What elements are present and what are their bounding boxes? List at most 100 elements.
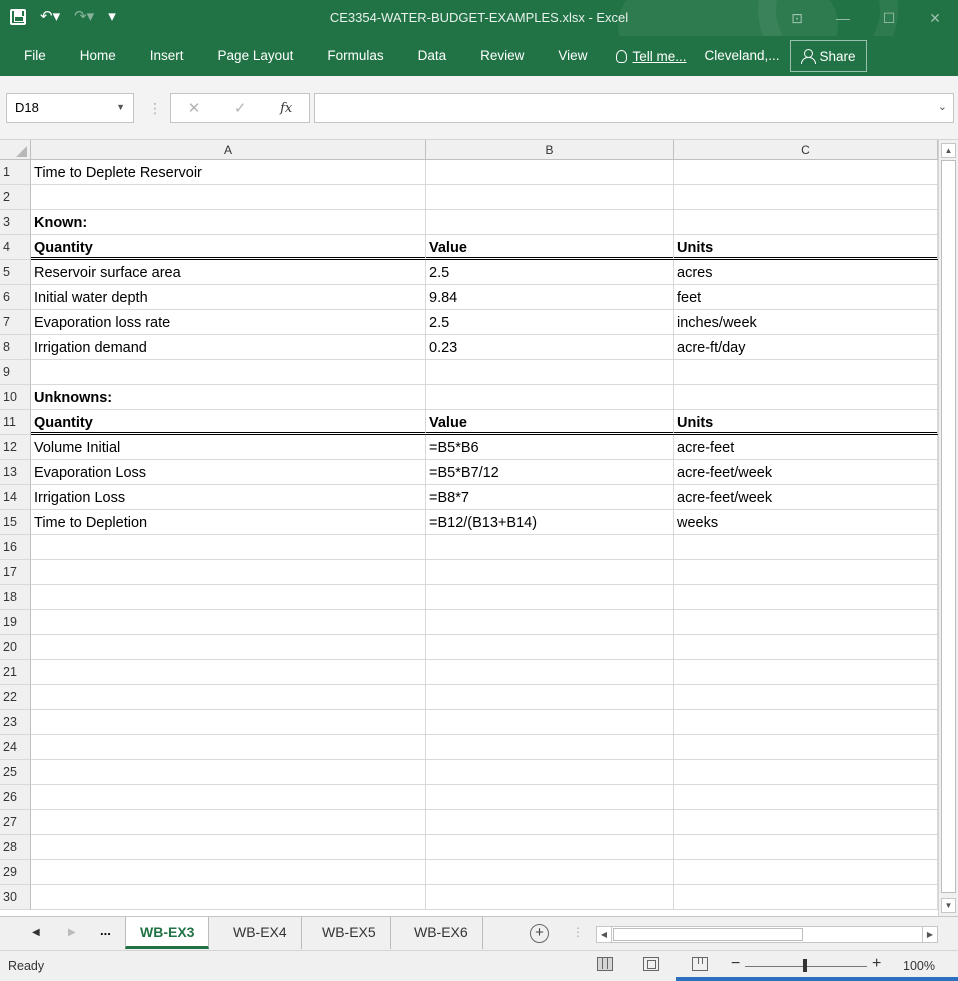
tab-data[interactable]: Data [401,36,464,76]
row-header[interactable]: 4 [0,235,31,260]
cell-b-9[interactable] [426,360,674,385]
column-header-b[interactable]: B [426,140,674,160]
cell-a-13[interactable]: Evaporation Loss [31,460,426,485]
cell-c-25[interactable] [674,760,938,785]
horizontal-scrollbar[interactable]: ◀ ▶ [596,926,938,943]
cell-a-10[interactable]: Unknowns: [31,385,426,410]
cell-b-10[interactable] [426,385,674,410]
cell-b-21[interactable] [426,660,674,685]
cell-c-7[interactable]: inches/week [674,310,938,335]
row-header[interactable]: 27 [0,810,31,835]
row-header[interactable]: 11 [0,410,31,435]
cell-b-5[interactable]: 2.5 [426,260,674,285]
cell-a-26[interactable] [31,785,426,810]
row-header[interactable]: 7 [0,310,31,335]
row-header[interactable]: 1 [0,160,31,185]
zoom-in-icon[interactable]: + [872,955,881,973]
cell-b-26[interactable] [426,785,674,810]
zoom-slider-thumb[interactable] [803,959,807,972]
worksheet-grid[interactable]: A B C 1 Time to Deplete Reservoir 2 3 Known:… [0,140,938,916]
row-header[interactable]: 22 [0,685,31,710]
cell-a-8[interactable]: Irrigation demand [31,335,426,360]
scroll-up-icon[interactable]: ▲ [941,143,956,158]
row-header[interactable]: 20 [0,635,31,660]
cell-b-28[interactable] [426,835,674,860]
normal-view-icon[interactable] [597,957,613,971]
row-header[interactable]: 15 [0,510,31,535]
scroll-down-icon[interactable]: ▼ [941,898,956,913]
row-header[interactable]: 29 [0,860,31,885]
cell-b-12[interactable]: =B5*B6 [426,435,674,460]
tab-formulas[interactable]: Formulas [310,36,400,76]
cell-c-1[interactable] [674,160,938,185]
tab-insert[interactable]: Insert [133,36,201,76]
cell-c-2[interactable] [674,185,938,210]
row-header[interactable]: 18 [0,585,31,610]
chevron-down-icon[interactable]: ▼ [116,102,125,112]
select-all-button[interactable] [0,140,31,160]
row-header[interactable]: 30 [0,885,31,910]
cell-c-22[interactable] [674,685,938,710]
minimize-icon[interactable]: — [820,0,866,36]
cell-c-19[interactable] [674,610,938,635]
cell-c-16[interactable] [674,535,938,560]
cell-a-30[interactable] [31,885,426,910]
cell-b-1[interactable] [426,160,674,185]
cell-b-17[interactable] [426,560,674,585]
cancel-icon[interactable]: ✕ [188,99,201,117]
checkmark-icon[interactable]: ✓ [234,99,247,117]
cell-a-25[interactable] [31,760,426,785]
cell-b-8[interactable]: 0.23 [426,335,674,360]
cell-b-23[interactable] [426,710,674,735]
account-name[interactable]: Cleveland,... [698,36,785,76]
row-header[interactable]: 21 [0,660,31,685]
cell-c-18[interactable] [674,585,938,610]
cell-a-27[interactable] [31,810,426,835]
tab-page-layout[interactable]: Page Layout [201,36,311,76]
row-header[interactable]: 5 [0,260,31,285]
row-header[interactable]: 2 [0,185,31,210]
cell-a-22[interactable] [31,685,426,710]
cell-a-6[interactable]: Initial water depth [31,285,426,310]
sheet-overflow-button[interactable]: ... [100,923,111,938]
fx-icon[interactable]: fx [280,101,292,116]
cell-a-17[interactable] [31,560,426,585]
cell-b-22[interactable] [426,685,674,710]
expand-formula-icon[interactable]: ⌄ [938,100,947,113]
row-header[interactable]: 13 [0,460,31,485]
sheet-tab-wb-ex4[interactable]: WB-EX4 [219,917,302,949]
cell-c-30[interactable] [674,885,938,910]
cell-a-7[interactable]: Evaporation loss rate [31,310,426,335]
row-header[interactable]: 24 [0,735,31,760]
cell-c-12[interactable]: acre-feet [674,435,938,460]
column-header-a[interactable]: A [31,140,426,160]
tab-file[interactable]: File [0,36,63,76]
cell-b-7[interactable]: 2.5 [426,310,674,335]
vertical-scrollbar[interactable]: ▲ ▼ [938,140,958,916]
row-header[interactable]: 9 [0,360,31,385]
cell-b-13[interactable]: =B5*B7/12 [426,460,674,485]
cell-c-11[interactable]: Units [674,410,938,435]
cell-a-15[interactable]: Time to Depletion [31,510,426,535]
cell-a-19[interactable] [31,610,426,635]
zoom-out-icon[interactable]: − [731,955,740,973]
cell-a-5[interactable]: Reservoir surface area [31,260,426,285]
cell-c-4[interactable]: Units [674,235,938,260]
page-layout-view-icon[interactable] [643,957,659,971]
cell-b-25[interactable] [426,760,674,785]
cell-a-4[interactable]: Quantity [31,235,426,260]
cell-a-11[interactable]: Quantity [31,410,426,435]
cell-a-1[interactable]: Time to Deplete Reservoir [31,160,426,185]
cell-b-3[interactable] [426,210,674,235]
page-break-view-icon[interactable] [692,957,708,971]
cell-a-9[interactable] [31,360,426,385]
cell-b-30[interactable] [426,885,674,910]
cell-a-24[interactable] [31,735,426,760]
cell-b-19[interactable] [426,610,674,635]
cell-c-5[interactable]: acres [674,260,938,285]
cell-b-27[interactable] [426,810,674,835]
next-sheet-icon[interactable]: ▶ [68,927,76,938]
cell-b-24[interactable] [426,735,674,760]
tell-me-box[interactable]: Tell me... [604,49,698,64]
cell-a-3[interactable]: Known: [31,210,426,235]
